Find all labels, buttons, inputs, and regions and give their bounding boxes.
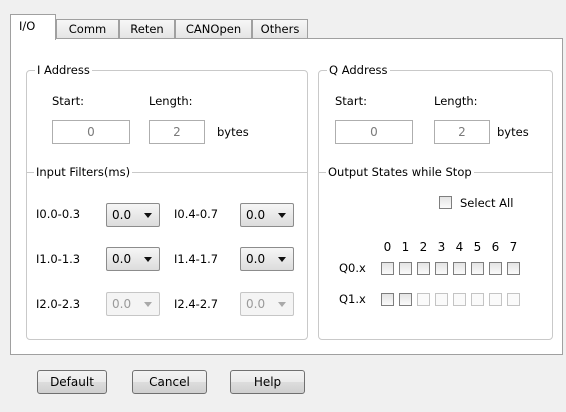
- i-start-input[interactable]: 0: [52, 120, 130, 144]
- i-address-title: I Address: [35, 63, 92, 77]
- output-checkbox-q1-bit4: [453, 293, 466, 306]
- i-start-label: Start:: [52, 94, 84, 108]
- filter-select-i1-high[interactable]: 0.0: [240, 247, 294, 271]
- filter-select-i0-high[interactable]: 0.0: [240, 203, 294, 227]
- filter-label-i2-low: I2.0-2.3: [36, 297, 81, 311]
- output-checkbox-q1-bit5: [471, 293, 484, 306]
- cancel-button[interactable]: Cancel: [132, 370, 207, 394]
- dropdown-arrow-icon: [278, 302, 286, 307]
- tab-reten[interactable]: Reten: [119, 19, 175, 39]
- q-length-unit: bytes: [497, 125, 529, 139]
- input-filters-title: Input Filters(ms): [34, 165, 133, 179]
- output-checkbox-q0-bit1[interactable]: [399, 262, 412, 275]
- select-all-checkbox[interactable]: [439, 196, 452, 209]
- i-length-input[interactable]: 2: [149, 120, 205, 144]
- filter-label-i0-high: I0.4-0.7: [174, 207, 219, 221]
- filter-label-i0-low: I0.0-0.3: [36, 207, 81, 221]
- output-states-title: Output States while Stop: [326, 165, 474, 179]
- output-column-2: 2: [419, 240, 428, 254]
- q-start-input[interactable]: 0: [335, 120, 413, 144]
- filter-label-i1-high: I1.4-1.7: [174, 252, 219, 266]
- filter-select-i1-low[interactable]: 0.0: [106, 247, 160, 271]
- tab-canopen[interactable]: CANOpen: [175, 19, 252, 39]
- filter-value: 0.0: [112, 208, 132, 222]
- output-column-7: 7: [509, 240, 518, 254]
- q-start-label: Start:: [335, 94, 367, 108]
- output-checkbox-q0-bit5[interactable]: [471, 262, 484, 275]
- output-row-label-q0: Q0.x: [339, 261, 366, 275]
- output-checkbox-q0-bit7[interactable]: [507, 262, 520, 275]
- q-address-title: Q Address: [327, 63, 390, 77]
- dropdown-arrow-icon: [144, 257, 152, 262]
- output-checkbox-q1-bit7: [507, 293, 520, 306]
- output-checkbox-q0-bit4[interactable]: [453, 262, 466, 275]
- output-checkbox-q0-bit0[interactable]: [381, 262, 394, 275]
- output-checkbox-q1-bit3: [435, 293, 448, 306]
- output-column-3: 3: [437, 240, 446, 254]
- dropdown-arrow-icon: [278, 257, 286, 262]
- output-row-label-q1: Q1.x: [339, 292, 366, 306]
- dropdown-arrow-icon: [144, 302, 152, 307]
- dropdown-arrow-icon: [144, 213, 152, 218]
- filter-value: 0.0: [246, 208, 266, 222]
- filter-select-i0-low[interactable]: 0.0: [106, 203, 160, 227]
- q-length-input[interactable]: 2: [434, 120, 490, 144]
- output-checkbox-q1-bit1[interactable]: [399, 293, 412, 306]
- output-checkbox-q1-bit6: [489, 293, 502, 306]
- filter-value: 0.0: [246, 252, 266, 266]
- i-length-unit: bytes: [217, 125, 249, 139]
- dropdown-arrow-icon: [278, 213, 286, 218]
- output-checkbox-q0-bit2[interactable]: [417, 262, 430, 275]
- output-checkbox-q1-bit2: [417, 293, 430, 306]
- tab-io[interactable]: I/O: [10, 14, 56, 40]
- filter-select-i2-high: 0.0: [240, 292, 294, 316]
- select-all-label: Select All: [460, 196, 514, 210]
- filter-value: 0.0: [112, 252, 132, 266]
- output-checkbox-q0-bit6[interactable]: [489, 262, 502, 275]
- filter-value: 0.0: [246, 297, 266, 311]
- default-button[interactable]: Default: [37, 370, 107, 394]
- output-column-1: 1: [401, 240, 410, 254]
- filter-label-i1-low: I1.0-1.3: [36, 252, 81, 266]
- output-column-0: 0: [383, 240, 392, 254]
- filter-label-i2-high: I2.4-2.7: [174, 297, 219, 311]
- output-column-5: 5: [473, 240, 482, 254]
- filter-value: 0.0: [112, 297, 132, 311]
- output-column-6: 6: [491, 240, 500, 254]
- q-length-label: Length:: [434, 94, 478, 108]
- output-column-4: 4: [455, 240, 464, 254]
- output-checkbox-q0-bit3[interactable]: [435, 262, 448, 275]
- i-length-label: Length:: [149, 94, 193, 108]
- filter-select-i2-low: 0.0: [106, 292, 160, 316]
- help-button[interactable]: Help: [230, 370, 305, 394]
- tab-comm[interactable]: Comm: [56, 19, 119, 39]
- output-checkbox-q1-bit0[interactable]: [381, 293, 394, 306]
- tab-others[interactable]: Others: [252, 19, 308, 39]
